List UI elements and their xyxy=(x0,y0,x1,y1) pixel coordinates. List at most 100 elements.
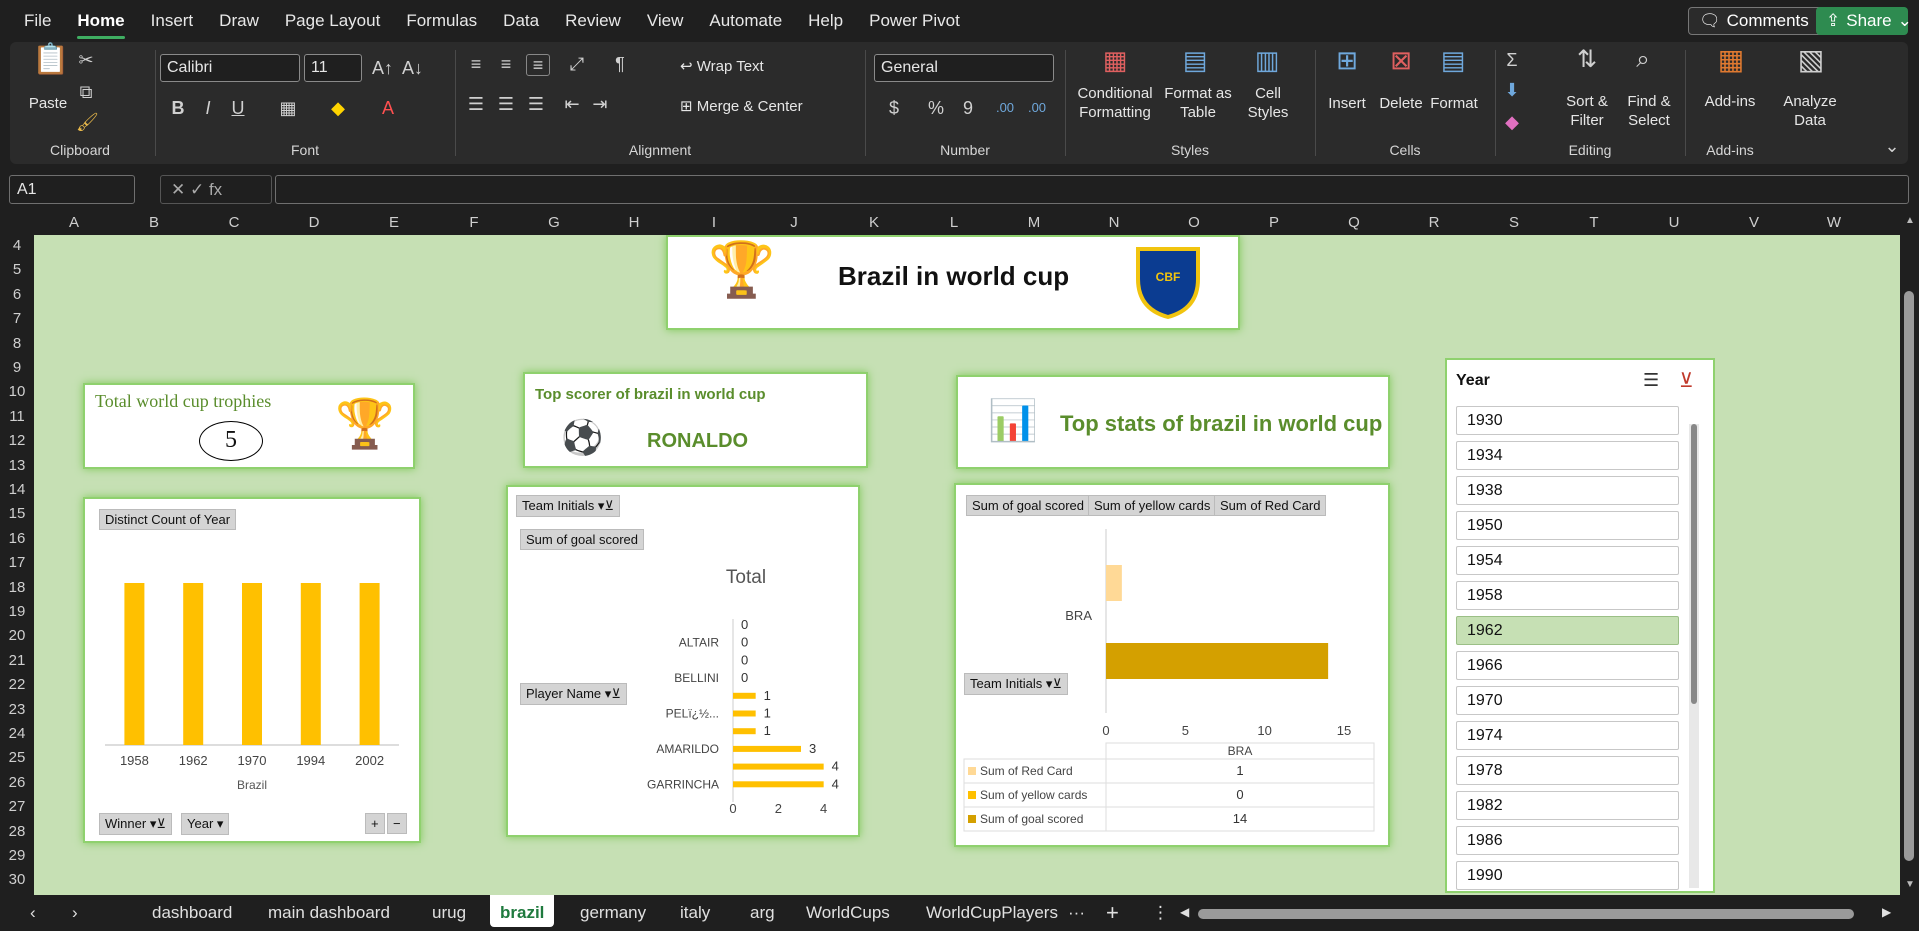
vertical-scroll-thumb[interactable] xyxy=(1904,291,1914,861)
wrap-text-button[interactable]: ↩ Wrap Text xyxy=(680,57,800,76)
column-header-K[interactable]: K xyxy=(834,214,914,231)
number-format-select[interactable]: General xyxy=(874,54,1054,82)
sort-filter-icon[interactable]: ⇅ xyxy=(1572,48,1602,72)
tab-power-pivot[interactable]: Power Pivot xyxy=(869,5,960,37)
sheet-options-icon[interactable]: ⋮ xyxy=(1152,903,1169,923)
collapse-button[interactable]: − xyxy=(387,813,407,834)
column-header-I[interactable]: I xyxy=(674,214,754,231)
row-header-26[interactable]: 26 xyxy=(0,774,34,791)
tab-review[interactable]: Review xyxy=(565,5,621,37)
sheet-tab-italy[interactable]: italy xyxy=(680,903,710,923)
row-header-14[interactable]: 14 xyxy=(0,481,34,498)
column-header-F[interactable]: F xyxy=(434,214,514,231)
column-header-S[interactable]: S xyxy=(1474,214,1554,231)
slicer-item[interactable]: 1934 xyxy=(1456,441,1679,470)
slicer-item[interactable]: 1986 xyxy=(1456,826,1679,855)
font-size-select[interactable]: 11 xyxy=(304,54,362,82)
slicer-item[interactable]: 1970 xyxy=(1456,686,1679,715)
row-header-7[interactable]: 7 xyxy=(0,310,34,327)
addins-icon[interactable]: ▦ xyxy=(1714,46,1748,84)
tab-home[interactable]: Home xyxy=(77,5,125,39)
cell-styles-icon[interactable]: ▥ xyxy=(1252,47,1282,80)
cut-icon[interactable]: ✂ xyxy=(76,50,96,70)
conditional-formatting-button[interactable]: Conditional Formatting xyxy=(1070,84,1160,122)
row-header-9[interactable]: 9 xyxy=(0,359,34,376)
row-header-13[interactable]: 13 xyxy=(0,457,34,474)
tab-file[interactable]: File xyxy=(24,5,51,37)
tab-help[interactable]: Help xyxy=(808,5,843,37)
format-as-table-button[interactable]: Format as Table xyxy=(1160,84,1236,122)
row-header-10[interactable]: 10 xyxy=(0,383,34,400)
sheet-tab-main-dashboard[interactable]: main dashboard xyxy=(268,903,390,923)
align-right-icon[interactable]: ☰ xyxy=(526,94,546,114)
add-sheet-button[interactable]: + xyxy=(1106,900,1119,926)
row-header-22[interactable]: 22 xyxy=(0,676,34,693)
format-cells-button[interactable]: Format xyxy=(1428,94,1480,113)
column-header-U[interactable]: U xyxy=(1634,214,1714,231)
slicer-item[interactable]: 1954 xyxy=(1456,546,1679,575)
decrease-indent-icon[interactable]: ⇤ xyxy=(562,94,582,114)
insert-function-icon[interactable]: fx xyxy=(209,180,222,199)
column-header-H[interactable]: H xyxy=(594,214,674,231)
column-header-O[interactable]: O xyxy=(1154,214,1234,231)
fill-icon[interactable]: ⬇ xyxy=(1500,80,1524,100)
row-header-25[interactable]: 25 xyxy=(0,749,34,766)
copy-icon[interactable]: ⧉ xyxy=(76,82,96,102)
merge-center-button[interactable]: ⊞ Merge & Center xyxy=(680,97,850,116)
column-header-C[interactable]: C xyxy=(194,214,274,231)
align-center-icon[interactable]: ☰ xyxy=(496,94,516,114)
row-header-16[interactable]: 16 xyxy=(0,530,34,547)
tab-insert[interactable]: Insert xyxy=(151,5,194,37)
vertical-scrollbar[interactable]: ▲ ▼ xyxy=(1900,211,1919,895)
row-header-19[interactable]: 19 xyxy=(0,603,34,620)
align-top-icon[interactable]: ≡ xyxy=(466,54,486,74)
row-header-8[interactable]: 8 xyxy=(0,335,34,352)
italic-button[interactable]: I xyxy=(198,98,218,118)
row-header-28[interactable]: 28 xyxy=(0,823,34,840)
row-header-27[interactable]: 27 xyxy=(0,798,34,815)
underline-button[interactable]: U xyxy=(228,98,248,118)
tab-formulas[interactable]: Formulas xyxy=(406,5,477,37)
column-header-D[interactable]: D xyxy=(274,214,354,231)
row-header-24[interactable]: 24 xyxy=(0,725,34,742)
orientation-icon[interactable]: ⤢ xyxy=(562,54,592,74)
column-header-B[interactable]: B xyxy=(114,214,194,231)
column-header-A[interactable]: A xyxy=(34,214,114,231)
increase-decimal-button[interactable]: .00 xyxy=(990,98,1020,118)
paste-button[interactable]: Paste xyxy=(28,94,68,113)
font-name-select[interactable]: Calibri xyxy=(160,54,300,82)
horizontal-scroll-thumb[interactable] xyxy=(1198,909,1854,919)
decrease-decimal-button[interactable]: .00 xyxy=(1022,98,1052,118)
column-header-L[interactable]: L xyxy=(914,214,994,231)
slicer-item[interactable]: 1990 xyxy=(1456,861,1679,890)
comma-button[interactable]: 9 xyxy=(958,98,978,118)
row-header-15[interactable]: 15 xyxy=(0,505,34,522)
percent-button[interactable]: % xyxy=(926,98,946,118)
name-box[interactable]: A1 xyxy=(9,175,135,204)
expand-button[interactable]: + xyxy=(365,813,385,834)
column-header-P[interactable]: P xyxy=(1234,214,1314,231)
column-header-E[interactable]: E xyxy=(354,214,434,231)
column-header-T[interactable]: T xyxy=(1554,214,1634,231)
font-color-icon[interactable]: A xyxy=(378,98,398,118)
insert-cells-button[interactable]: Insert xyxy=(1324,94,1370,113)
format-as-table-icon[interactable]: ▤ xyxy=(1180,47,1210,80)
tab-page-layout[interactable]: Page Layout xyxy=(285,5,380,37)
cell-styles-button[interactable]: Cell Styles xyxy=(1238,84,1298,122)
delete-cells-button[interactable]: Delete xyxy=(1376,94,1426,113)
slicer-item[interactable]: 1930 xyxy=(1456,406,1679,435)
column-header-V[interactable]: V xyxy=(1714,214,1794,231)
column-header-Q[interactable]: Q xyxy=(1314,214,1394,231)
row-header-23[interactable]: 23 xyxy=(0,701,34,718)
bold-button[interactable]: B xyxy=(168,98,188,118)
column-header-M[interactable]: M xyxy=(994,214,1074,231)
multi-select-icon[interactable]: ☰ xyxy=(1643,370,1659,391)
column-header-N[interactable]: N xyxy=(1074,214,1154,231)
row-header-4[interactable]: 4 xyxy=(0,237,34,254)
borders-icon[interactable]: ▦ xyxy=(278,98,298,118)
row-header-21[interactable]: 21 xyxy=(0,652,34,669)
scroll-up-icon[interactable]: ▲ xyxy=(1905,215,1915,226)
row-header-6[interactable]: 6 xyxy=(0,286,34,303)
tab-view[interactable]: View xyxy=(647,5,684,37)
format-painter-icon[interactable]: 🖌 xyxy=(76,112,99,132)
